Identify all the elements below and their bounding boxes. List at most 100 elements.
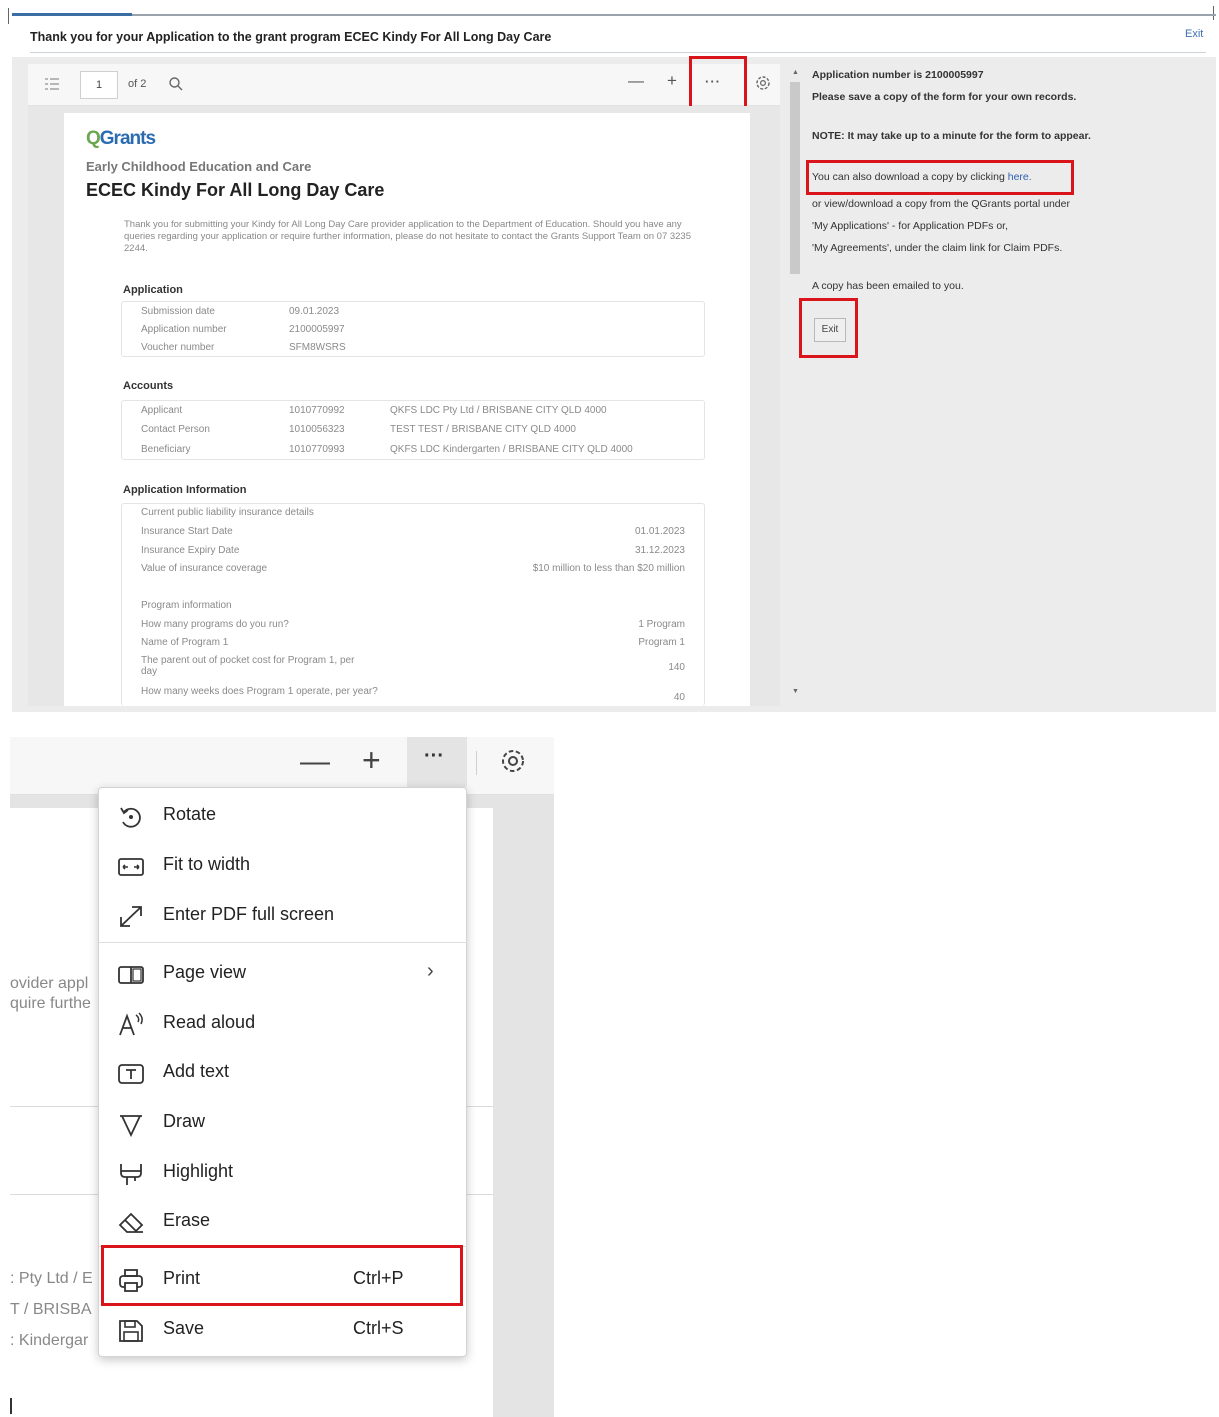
document-intro: Thank you for submitting your Kindy for … xyxy=(124,219,692,254)
portal-text: or view/download a copy from the QGrants… xyxy=(812,198,1070,210)
field-value: 01.01.2023 xyxy=(634,526,685,537)
gear-icon[interactable] xyxy=(498,746,528,776)
field-value: 2100005997 xyxy=(289,324,345,335)
menu-label: Fit to width xyxy=(163,854,251,874)
field-value: TEST TEST / BRISBANE CITY QLD 4000 xyxy=(390,424,576,435)
menu-label: Enter PDF full screen xyxy=(163,904,335,924)
gear-icon[interactable] xyxy=(754,74,772,92)
subsection-heading: Program information xyxy=(141,600,232,611)
menu-divider xyxy=(99,942,466,943)
application-number-text: Application number is 2100005997 xyxy=(812,69,984,81)
field-label: How many programs do you run? xyxy=(141,619,289,630)
save-icon xyxy=(117,1318,145,1344)
field-value: QKFS LDC Kindergarten / BRISBANE CITY QL… xyxy=(390,444,633,455)
background-text: T / BRISBA xyxy=(10,1301,92,1318)
page-title: Thank you for your Application to the gr… xyxy=(30,30,552,44)
more-options-label: ··· xyxy=(424,745,444,767)
top-divider xyxy=(12,14,1216,16)
highlight-exit-button xyxy=(799,298,858,358)
field-value: 31.12.2023 xyxy=(634,545,685,556)
zoom-in-button[interactable]: + xyxy=(362,742,381,779)
field-label: Insurance Expiry Date xyxy=(141,545,240,556)
field-label: Insurance Start Date xyxy=(141,526,233,537)
menu-label: Highlight xyxy=(163,1161,234,1181)
menu-item-full-screen[interactable]: Enter PDF full screen xyxy=(99,892,465,940)
chevron-right-icon: › xyxy=(427,960,434,982)
page-number-input[interactable]: 1 xyxy=(80,71,118,99)
emailed-text: A copy has been emailed to you. xyxy=(812,280,964,292)
menu-label: Add text xyxy=(163,1061,230,1081)
field-value: 1010056323 xyxy=(289,424,345,435)
background-text: : Kindergar xyxy=(10,1332,89,1349)
edge-mark xyxy=(8,8,9,24)
field-value: Program 1 xyxy=(638,637,685,648)
menu-item-save[interactable]: Save Ctrl+S xyxy=(99,1306,465,1354)
rotate-icon xyxy=(117,804,145,830)
field-value: 1010770992 xyxy=(289,405,345,416)
header-divider xyxy=(30,52,1206,53)
field-value: SFM8WSRS xyxy=(289,342,346,353)
shortcut-label: Ctrl+S xyxy=(353,1318,404,1338)
edge-mark xyxy=(1213,6,1214,20)
note-text: NOTE: It may take up to a minute for the… xyxy=(812,130,1091,142)
field-value: 09.01.2023 xyxy=(289,306,340,317)
save-copy-text: Please save a copy of the form for your … xyxy=(812,91,1077,103)
scroll-up-icon[interactable]: ▲ xyxy=(792,69,799,76)
menu-item-page-view[interactable]: Page view › xyxy=(99,950,465,998)
add-text-icon xyxy=(117,1061,145,1087)
section-title-application-information: Application Information xyxy=(123,484,247,496)
menu-item-rotate[interactable]: Rotate xyxy=(99,792,465,840)
document-title: ECEC Kindy For All Long Day Care xyxy=(86,180,385,200)
top-divider-accent xyxy=(12,13,132,16)
menu-label: Draw xyxy=(163,1111,206,1131)
section-title-application: Application xyxy=(123,284,183,296)
search-icon[interactable] xyxy=(168,76,184,92)
field-label: How many weeks does Program 1 operate, p… xyxy=(141,686,378,697)
field-label: Submission date xyxy=(141,306,215,317)
background-text: : Pty Ltd / E xyxy=(10,1270,93,1287)
viewer-scrollbar[interactable] xyxy=(752,106,780,706)
highlight-print xyxy=(101,1245,463,1306)
subsection-heading: Current public liability insurance detai… xyxy=(141,507,314,518)
table-of-contents-icon[interactable] xyxy=(44,77,60,91)
menu-item-highlight[interactable]: Highlight xyxy=(99,1149,465,1197)
background-text: quire furthe xyxy=(10,995,91,1012)
page-total: of 2 xyxy=(128,78,147,90)
info-panel-scroll-thumb[interactable] xyxy=(790,82,800,274)
section-title-accounts: Accounts xyxy=(123,380,174,392)
menu-label: Erase xyxy=(163,1210,211,1230)
menu-item-draw[interactable]: Draw xyxy=(99,1099,465,1147)
header-exit-link[interactable]: Exit xyxy=(1185,28,1203,40)
zoom-in-button[interactable]: + xyxy=(667,72,677,89)
field-value: $10 million to less than $20 million xyxy=(532,563,685,574)
zoom-out-button[interactable]: — xyxy=(628,74,644,90)
field-value: 140 xyxy=(668,662,685,673)
menu-item-read-aloud[interactable]: Read aloud xyxy=(99,1000,465,1048)
background-text: ovider appl xyxy=(10,975,89,992)
highlight-icon xyxy=(117,1161,145,1187)
menu-item-fit-to-width[interactable]: Fit to width xyxy=(99,842,465,890)
menu-label: Read aloud xyxy=(163,1012,256,1032)
read-aloud-icon xyxy=(117,1012,145,1038)
field-label: Name of Program 1 xyxy=(141,637,229,648)
fullscreen-icon xyxy=(117,904,145,930)
menu-item-add-text[interactable]: Add text xyxy=(99,1049,465,1097)
field-label: Contact Person xyxy=(141,424,210,435)
field-value: QKFS LDC Pty Ltd / BRISBANE CITY QLD 400… xyxy=(390,405,607,416)
agreements-text: 'My Agreements', under the claim link fo… xyxy=(812,242,1063,254)
field-label: Applicant xyxy=(141,405,183,416)
menu-item-erase[interactable]: Erase xyxy=(99,1198,465,1246)
zoom-out-button[interactable]: — xyxy=(300,745,330,779)
field-value: 40 xyxy=(673,692,685,703)
fit-width-icon xyxy=(117,854,145,880)
scroll-down-icon[interactable]: ▼ xyxy=(792,688,799,695)
field-label: The parent out of pocket cost for Progra… xyxy=(141,655,355,677)
menu-label: Page view xyxy=(163,962,247,982)
highlight-download-link xyxy=(806,160,1074,195)
field-value: 1 Program xyxy=(638,619,685,630)
applications-text: 'My Applications' - for Application PDFs… xyxy=(812,220,1009,232)
toolbar-divider xyxy=(476,751,477,775)
field-label: Value of insurance coverage xyxy=(141,563,268,574)
document-subtitle: Early Childhood Education and Care xyxy=(86,159,312,174)
field-label: Application number xyxy=(141,324,227,335)
